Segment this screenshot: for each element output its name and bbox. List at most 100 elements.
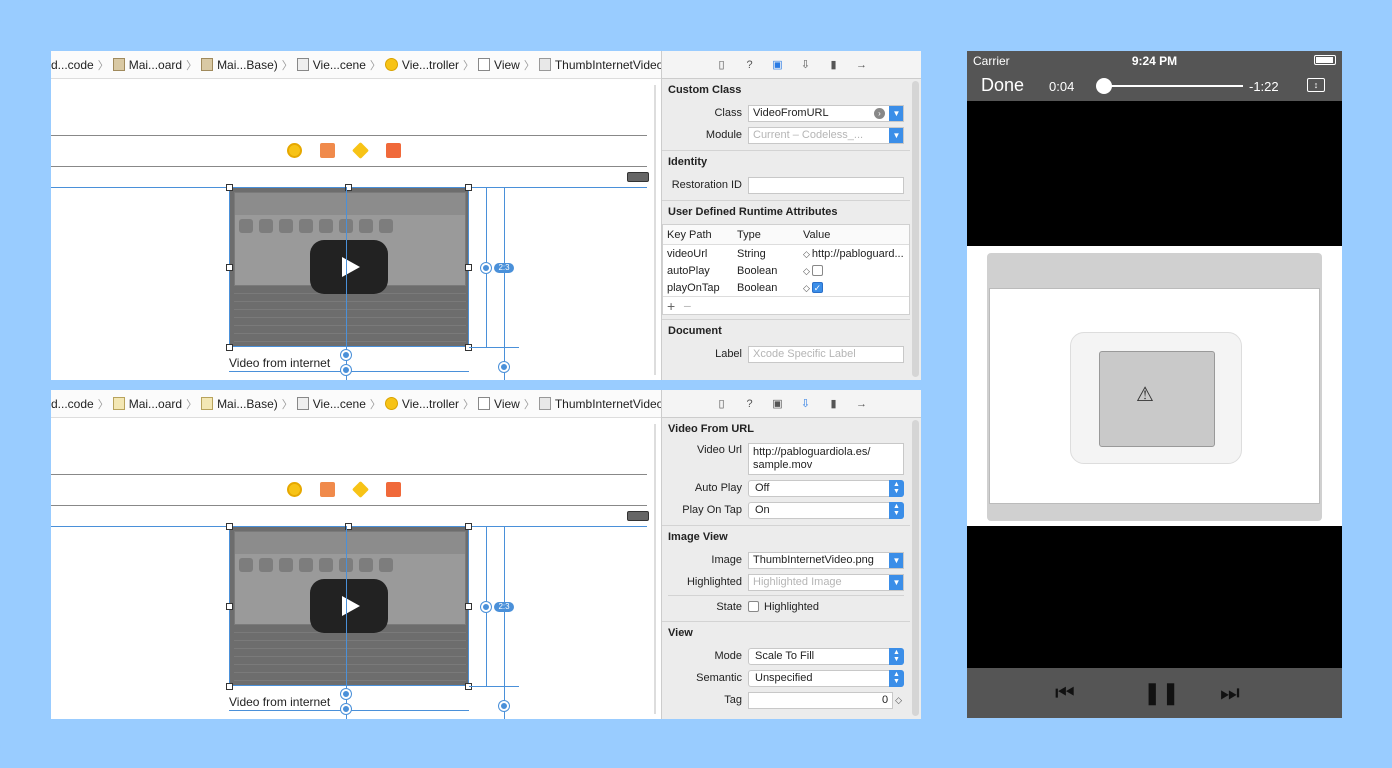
highlighted-checkbox[interactable] <box>748 601 759 612</box>
go-arrow-icon[interactable]: › <box>874 107 885 119</box>
chevron-down-icon[interactable]: ▼ <box>889 552 903 568</box>
connections-icon[interactable]: → <box>854 396 870 412</box>
attributes-icon[interactable]: ⇩ <box>798 57 814 73</box>
resize-handle[interactable] <box>226 603 233 610</box>
crumb-image[interactable]: ThumbInternetVideo.png <box>538 58 661 72</box>
video-label[interactable]: Video from internet <box>229 695 330 709</box>
view-controller-icon[interactable] <box>287 482 302 497</box>
pause-icon[interactable]: ❚❚ <box>1143 680 1180 706</box>
crumb-project[interactable]: d...code 〉 <box>51 57 109 73</box>
aspect-ratio-badge[interactable]: 2:3 <box>494 263 514 273</box>
resize-handle[interactable] <box>226 264 233 271</box>
class-combo[interactable]: VideoFromURL › ▼ <box>748 104 904 122</box>
constraint-equal-icon[interactable] <box>341 365 351 375</box>
auto-play-select[interactable]: Off ▲ ▼ <box>748 479 904 497</box>
first-responder-icon[interactable] <box>320 143 335 158</box>
attributes-icon[interactable]: ⇩ <box>798 396 814 412</box>
table-row[interactable]: autoPlay Boolean ◇ <box>663 262 909 279</box>
storyboard-canvas[interactable]: d...code 〉 Mai...oard 〉 Mai...Base) 〉 Vie..… <box>51 51 661 380</box>
module-combo[interactable]: Current – Codeless_... ▼ <box>748 126 904 144</box>
chevron-down-icon[interactable]: ▼ <box>889 574 903 590</box>
table-row[interactable]: playOnTap Boolean ◇ ✓ <box>663 279 909 296</box>
restoration-id-input[interactable] <box>748 176 904 194</box>
crumb-controller[interactable]: Vie...troller 〉 <box>384 57 474 73</box>
aspect-toggle-icon[interactable]: ↕ <box>1307 78 1325 92</box>
crumb-image[interactable]: ThumbInternetVideo.png <box>538 397 661 411</box>
constraint-equal-icon[interactable] <box>341 704 351 714</box>
rewind-icon[interactable]: ⏮ <box>1055 680 1075 706</box>
constraint-equal-icon[interactable] <box>499 701 509 711</box>
fast-forward-icon[interactable]: ⏭ <box>1220 680 1240 706</box>
tag-stepper[interactable]: ◇ <box>895 695 902 706</box>
image-combo[interactable]: ThumbInternetVideo.png ▼ <box>748 551 904 569</box>
resize-handle[interactable] <box>226 523 233 530</box>
content-mode-select[interactable]: Scale To Fill ▲ ▼ <box>748 647 904 665</box>
resize-handle[interactable] <box>226 683 233 690</box>
view-controller-icon[interactable] <box>287 143 302 158</box>
video-url-input[interactable]: http://pabloguardiola.es/ sample.mov <box>748 443 904 475</box>
document-label-input[interactable]: Xcode Specific Label <box>748 345 904 363</box>
crumb-view[interactable]: View 〉 <box>478 57 535 73</box>
crumb-scene[interactable]: Vie...cene 〉 <box>296 57 381 73</box>
first-responder-icon[interactable] <box>320 482 335 497</box>
identity-icon[interactable]: ▣ <box>770 396 786 412</box>
resize-handle[interactable] <box>465 184 472 191</box>
object-icon[interactable] <box>352 481 369 498</box>
crumb-storyboard-base[interactable]: Mai...Base) 〉 <box>201 57 293 73</box>
inspector-scrollbar[interactable] <box>912 420 919 716</box>
crumb-storyboard[interactable]: Mai...oard 〉 <box>112 57 197 73</box>
chevron-down-icon[interactable]: ▼ <box>889 127 903 143</box>
done-button[interactable]: Done <box>981 75 1024 96</box>
crumb-scene[interactable]: Vie...cene 〉 <box>296 396 381 412</box>
constraint-equal-icon[interactable] <box>341 350 351 360</box>
play-on-tap-select[interactable]: On ▲ ▼ <box>748 501 904 519</box>
canvas-scrollbar[interactable] <box>654 85 656 375</box>
crumb-project[interactable]: d...code 〉 <box>51 396 109 412</box>
file-icon[interactable]: ▯ <box>714 57 730 73</box>
crumb-storyboard-base[interactable]: Mai...Base) 〉 <box>201 396 293 412</box>
constraint-equal-icon[interactable] <box>481 602 491 612</box>
add-icon[interactable]: + <box>667 298 675 314</box>
autoplay-checkbox[interactable] <box>811 265 823 277</box>
highlighted-image-combo[interactable]: Highlighted Image ▼ <box>748 573 904 591</box>
canvas-scrollbar[interactable] <box>654 424 656 714</box>
video-label[interactable]: Video from internet <box>229 356 330 370</box>
help-icon[interactable]: ? <box>742 57 758 73</box>
scrubber-track[interactable] <box>1097 85 1243 87</box>
tag-input[interactable]: 0 <box>748 691 894 709</box>
playontap-checkbox[interactable]: ✓ <box>811 282 823 294</box>
scrubber-knob[interactable] <box>1096 78 1113 94</box>
constraint-equal-icon[interactable] <box>481 263 491 273</box>
storyboard-canvas[interactable]: d...code 〉 Mai...oard 〉 Mai...Base) 〉 Vie..… <box>51 390 661 719</box>
constraint-equal-icon[interactable] <box>499 362 509 372</box>
inspector-scrollbar[interactable] <box>912 81 919 377</box>
constraint-equal-icon[interactable] <box>341 689 351 699</box>
size-icon[interactable]: ▮ <box>826 57 842 73</box>
help-icon[interactable]: ? <box>742 396 758 412</box>
video-image-view[interactable] <box>229 187 469 347</box>
video-frame[interactable]: ⚠ <box>967 246 1342 526</box>
object-icon[interactable] <box>352 142 369 159</box>
file-icon[interactable]: ▯ <box>714 396 730 412</box>
crumb-controller[interactable]: Vie...troller 〉 <box>384 396 474 412</box>
chevron-down-icon[interactable]: ▼ <box>889 105 903 121</box>
aspect-ratio-badge[interactable]: 2:3 <box>494 602 514 612</box>
crumb-storyboard[interactable]: Mai...oard 〉 <box>112 396 197 412</box>
exit-icon[interactable] <box>386 143 401 158</box>
resize-handle[interactable] <box>226 344 233 351</box>
video-from-url-section: Video From URL Video Url http://pablogua… <box>662 418 910 526</box>
document-section: Document Label Xcode Specific Label <box>662 320 910 369</box>
video-image-view[interactable] <box>229 526 469 686</box>
resize-handle[interactable] <box>465 523 472 530</box>
remove-icon[interactable]: − <box>683 298 691 314</box>
resize-handle[interactable] <box>465 603 472 610</box>
size-icon[interactable]: ▮ <box>826 396 842 412</box>
exit-icon[interactable] <box>386 482 401 497</box>
connections-icon[interactable]: → <box>854 57 870 73</box>
crumb-view[interactable]: View 〉 <box>478 396 535 412</box>
table-row[interactable]: videoUrl String ◇ http://pabloguard... <box>663 245 909 262</box>
identity-icon[interactable]: ▣ <box>770 57 786 73</box>
resize-handle[interactable] <box>226 184 233 191</box>
semantic-select[interactable]: Unspecified ▲ ▼ <box>748 669 904 687</box>
resize-handle[interactable] <box>465 264 472 271</box>
